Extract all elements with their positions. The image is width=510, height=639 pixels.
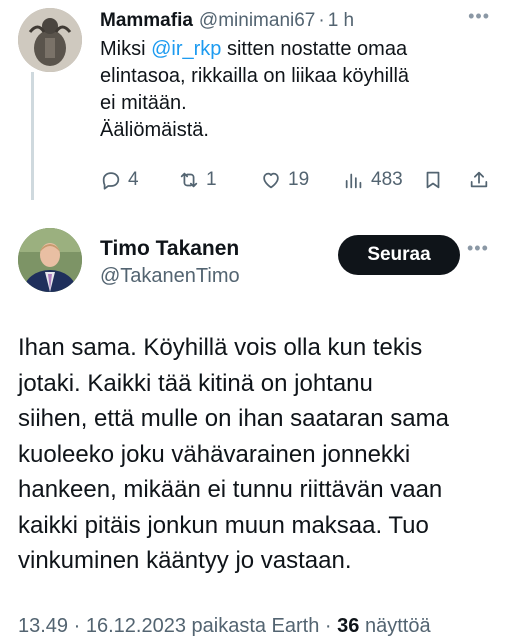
- share-icon: [470, 171, 488, 188]
- post-time[interactable]: 13.49: [18, 615, 68, 637]
- post-date[interactable]: 16.12.2023: [86, 615, 186, 637]
- author-handle[interactable]: @minimani67: [199, 8, 315, 34]
- views-count: 36: [337, 615, 360, 637]
- reply-text: Miksi @ir_rkp sitten nostatte omaa elint…: [100, 36, 500, 144]
- like-button[interactable]: 19: [260, 166, 309, 194]
- text-line: vinkuminen kääntyy jo vastaan.: [18, 547, 352, 574]
- text-line: kuoleeko joku vähävarainen jonnekki: [18, 440, 411, 468]
- reply-header: Mammafia @minimani67 · 1 h: [100, 8, 500, 34]
- reply-avatar-column: [18, 8, 88, 72]
- more-icon[interactable]: •••: [467, 238, 489, 259]
- views-count: 483: [371, 169, 403, 190]
- more-icon[interactable]: •••: [468, 6, 490, 27]
- separator-dot: ·: [318, 10, 325, 31]
- author-name[interactable]: Mammafia: [100, 8, 193, 34]
- author-handle[interactable]: @TakanenTimo: [100, 262, 240, 290]
- timestamp[interactable]: 1 h: [328, 8, 354, 34]
- post-source: paikasta Earth: [185, 615, 320, 637]
- share-button[interactable]: [468, 166, 490, 194]
- heart-icon: [263, 172, 279, 189]
- text-line: elintasoa, rikkailla on liikaa köyhillä: [100, 65, 410, 87]
- text-line: hankeen, mikään ei tunnu riittävän vaan: [18, 476, 443, 503]
- tweet-text: Ihan sama. Köyhillä vois olla kun tekis …: [18, 330, 498, 579]
- text-line: Ääliömäistä.: [100, 119, 209, 141]
- thread-line: [31, 72, 34, 200]
- reply-count: 4: [128, 169, 139, 190]
- bookmark-button[interactable]: [422, 166, 444, 194]
- text-line: ei mitään.: [100, 92, 187, 114]
- text-segment: Miksi: [100, 38, 152, 60]
- separator-dot: ·: [319, 615, 338, 637]
- text-line: kaikki pitäis jonkun muun maksaa. Tuo: [18, 511, 429, 539]
- text-line: siihen, että mulle on ihan saataran sama: [18, 405, 449, 432]
- repost-button[interactable]: 1: [178, 166, 217, 194]
- follow-button[interactable]: Seuraa: [338, 235, 460, 275]
- text-line: Miksi @ir_rkp sitten nostatte omaa: [100, 36, 500, 63]
- analytics-icon: [345, 173, 362, 189]
- author-block: Timo Takanen @TakanenTimo: [100, 236, 240, 290]
- text-line: jotaki. Kaikki tää kitinä on johtanu: [18, 369, 373, 397]
- avatar[interactable]: [18, 228, 82, 292]
- text-segment: sitten nostatte omaa: [221, 38, 408, 60]
- reply-icon: [102, 172, 120, 190]
- views-label: näyttöä: [359, 615, 431, 637]
- avatar-figure-icon: [18, 8, 82, 72]
- reply-button[interactable]: 4: [100, 166, 139, 194]
- mention-link[interactable]: @ir_rkp: [151, 38, 221, 60]
- repost-count: 1: [206, 169, 217, 190]
- separator-dot: ·: [68, 615, 86, 637]
- reply-body: Mammafia @minimani67 · 1 h Miksi @ir_rkp…: [100, 8, 500, 144]
- like-count: 19: [288, 169, 310, 190]
- avatar[interactable]: [18, 8, 82, 72]
- bookmark-icon: [426, 171, 440, 189]
- reply-tweet[interactable]: Mammafia @minimani67 · 1 h Miksi @ir_rkp…: [0, 0, 510, 210]
- main-tweet: Timo Takanen @TakanenTimo Seuraa ••• Iha…: [0, 210, 510, 639]
- action-bar: 4 1 19 483: [100, 166, 500, 194]
- author-name[interactable]: Timo Takanen: [100, 236, 240, 262]
- tweet-meta: 13.49 · 16.12.2023 paikasta Earth · 36 n…: [18, 612, 431, 639]
- repost-icon: [180, 172, 198, 188]
- avatar-portrait-icon: [18, 228, 82, 292]
- text-line: Ihan sama. Köyhillä vois olla kun tekis: [18, 334, 423, 361]
- views-button[interactable]: 483: [343, 166, 403, 194]
